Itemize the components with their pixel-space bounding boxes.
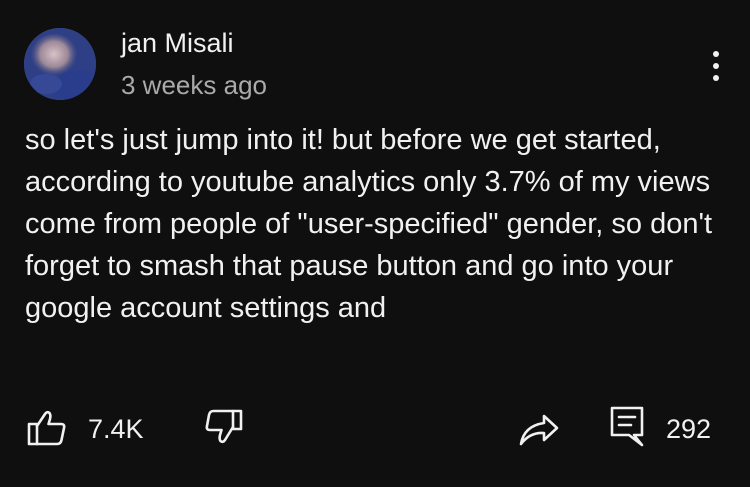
more-options-button[interactable]	[700, 44, 732, 88]
community-post: jan Misali 3 weeks ago so let's just jum…	[0, 0, 750, 487]
comments-button[interactable]	[609, 405, 645, 449]
share-icon	[518, 413, 560, 447]
thumbs-down-icon	[205, 409, 243, 445]
like-count: 7.4K	[88, 414, 144, 444]
post-text: so let's just jump into it! but before w…	[25, 124, 713, 324]
post-timestamp[interactable]: 3 weeks ago	[121, 69, 267, 101]
share-button[interactable]	[518, 413, 560, 447]
like-button[interactable]	[27, 410, 67, 446]
thumbs-up-icon	[27, 410, 67, 446]
post-actions-bar: 7.4K 292	[0, 395, 750, 465]
channel-name[interactable]: jan Misali	[121, 27, 234, 59]
dislike-button[interactable]	[205, 409, 243, 445]
comment-icon	[609, 405, 645, 449]
avatar[interactable]	[24, 28, 96, 100]
comment-count: 292	[666, 414, 712, 444]
